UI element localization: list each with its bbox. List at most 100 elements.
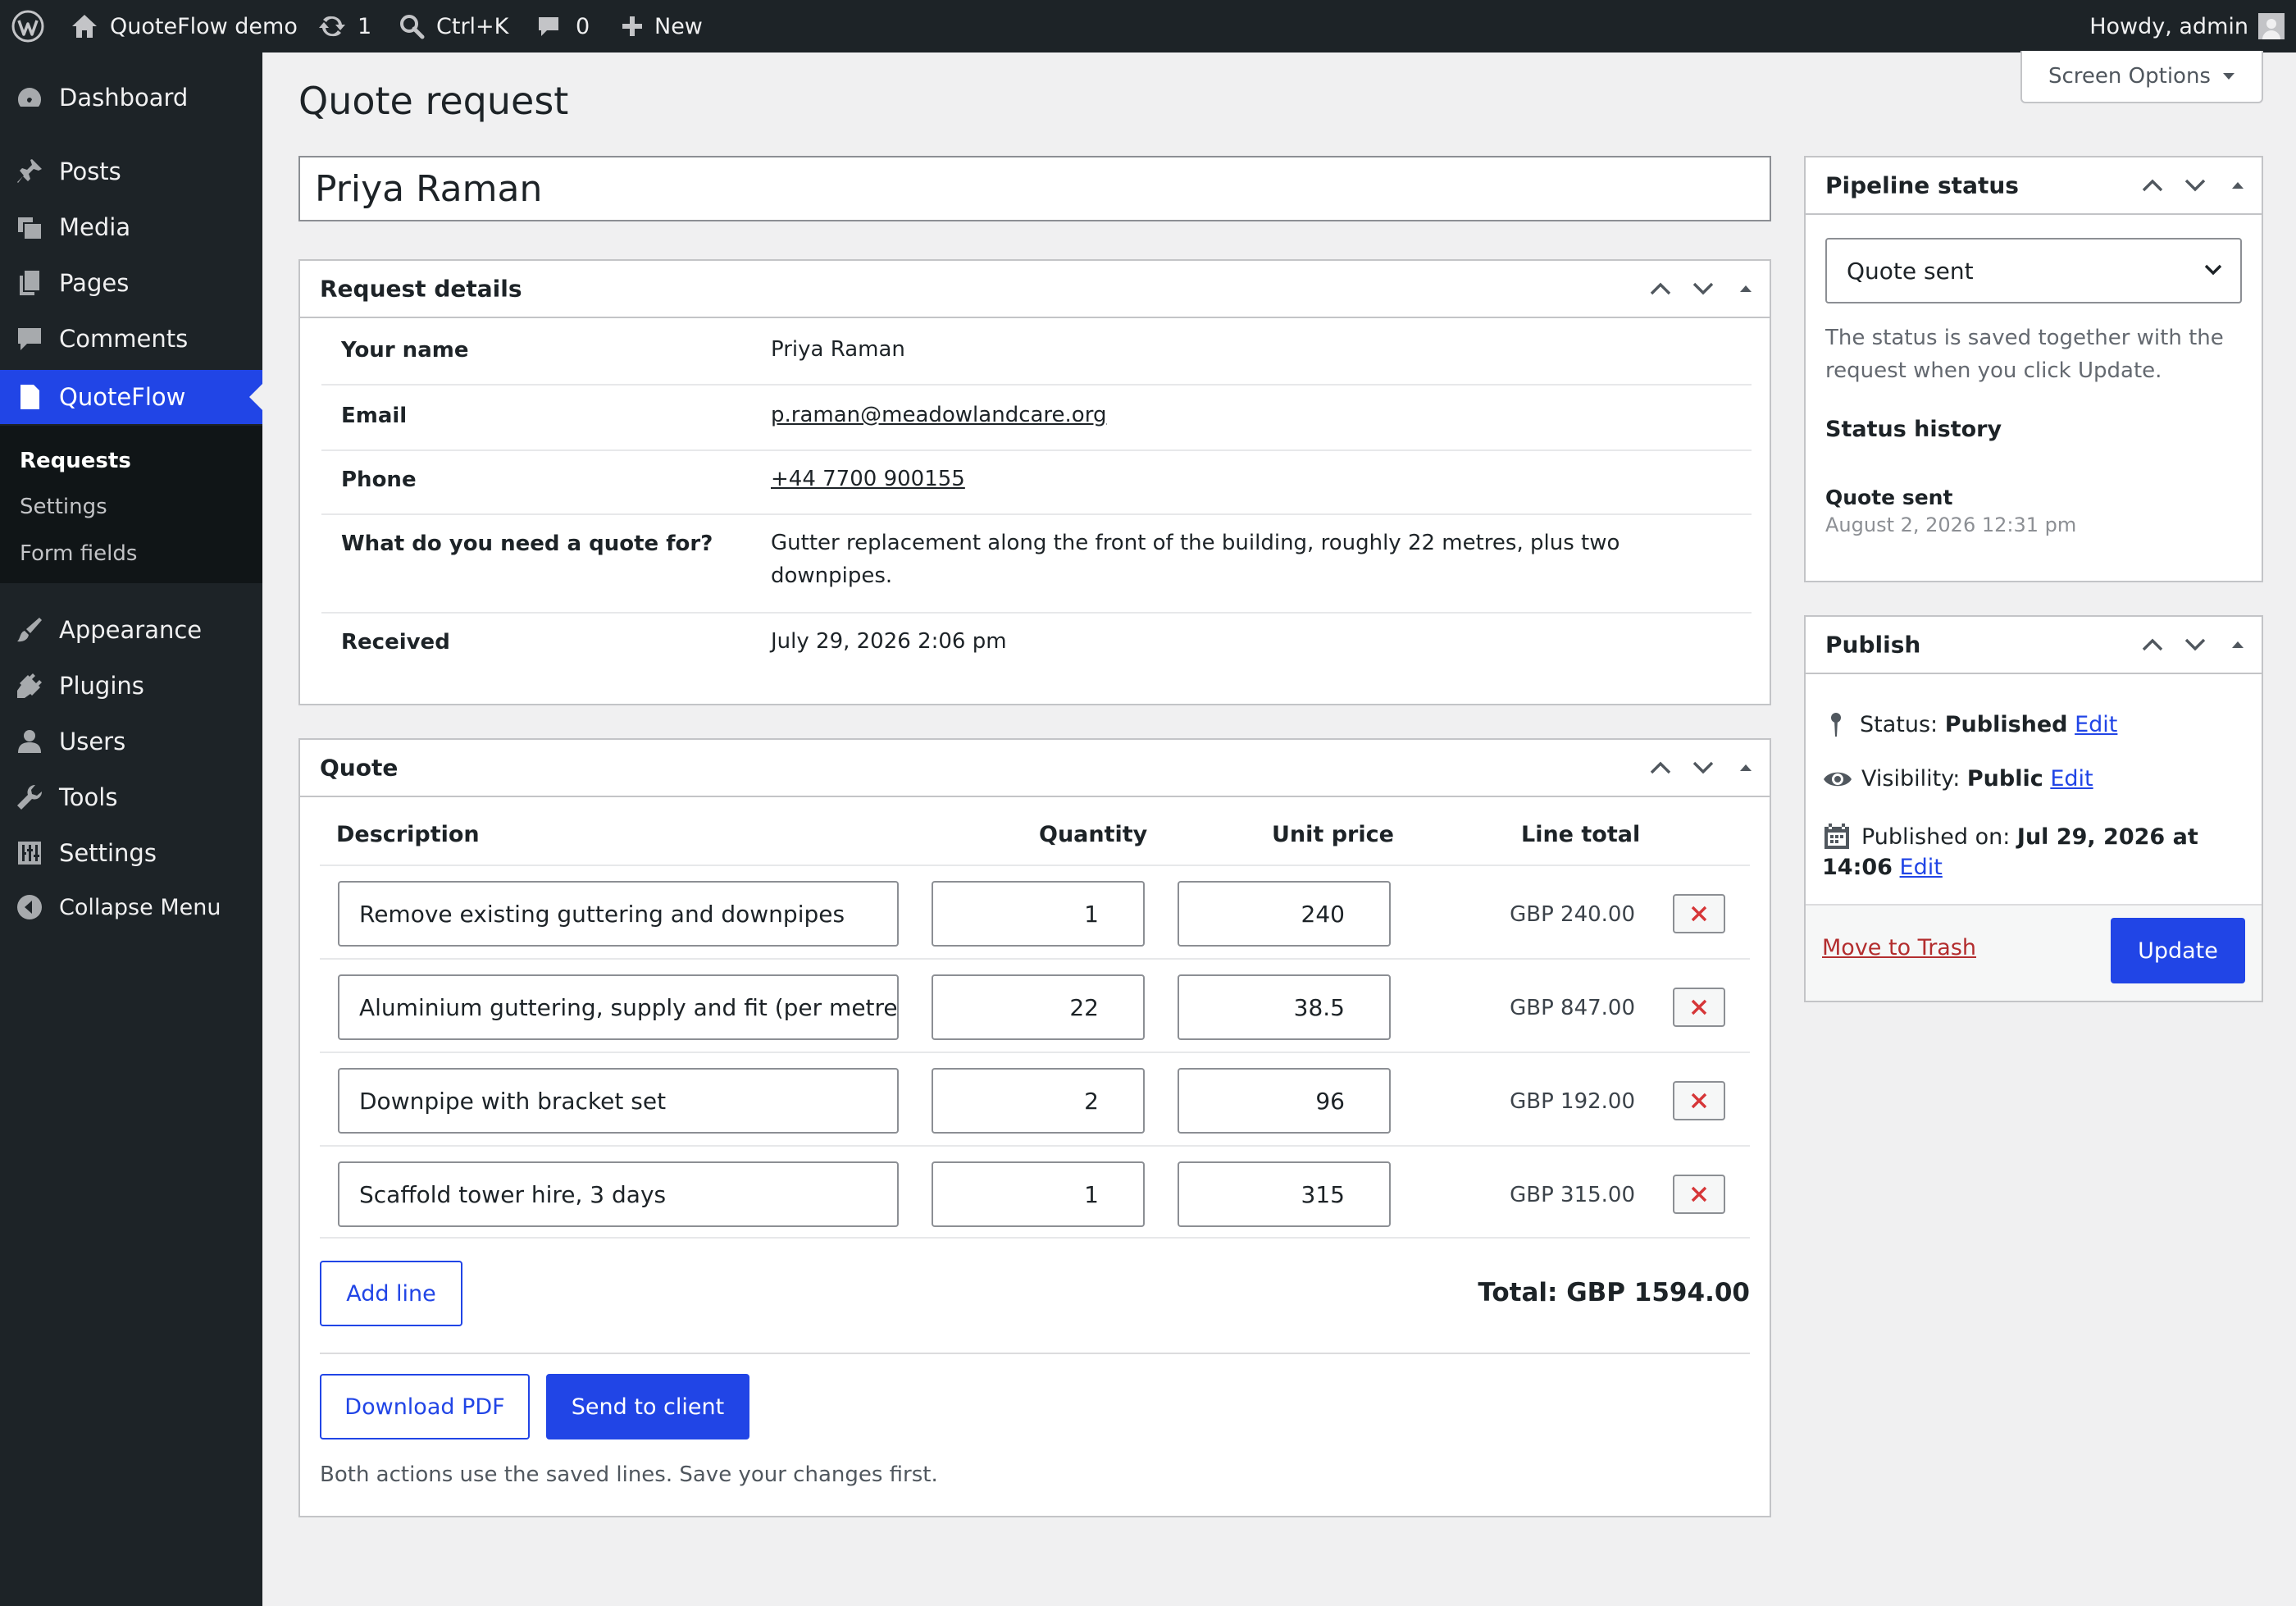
caret-up-icon bbox=[2232, 182, 2244, 189]
close-icon bbox=[1691, 999, 1707, 1015]
close-icon bbox=[1691, 906, 1707, 922]
line-total: GBP 847.00 bbox=[1510, 996, 1635, 1020]
quote-title: Quote bbox=[320, 754, 399, 782]
toggle-panel-button[interactable] bbox=[1730, 752, 1761, 783]
quoteflow-submenu: Requests Settings Form fields bbox=[0, 426, 262, 583]
submenu-item-form-fields[interactable]: Form fields bbox=[20, 541, 137, 566]
sidebar-item-posts[interactable]: Posts bbox=[0, 144, 262, 198]
quote-actions-note: Both actions use the saved lines. Save y… bbox=[320, 1462, 938, 1487]
line-unit-price-input[interactable]: 38.5 bbox=[1178, 974, 1391, 1040]
request-details-title: Request details bbox=[320, 275, 522, 303]
toggle-panel-button[interactable] bbox=[1730, 273, 1761, 304]
collapse-menu-button[interactable]: Collapse Menu bbox=[0, 880, 262, 934]
move-down-button[interactable] bbox=[1688, 273, 1719, 304]
new-label: New bbox=[654, 13, 703, 39]
move-to-trash-link[interactable]: Move to Trash bbox=[1822, 935, 1976, 960]
line-unit-price-input[interactable]: 240 bbox=[1178, 881, 1391, 947]
sidebar-item-label: QuoteFlow bbox=[59, 383, 186, 411]
remove-line-button[interactable] bbox=[1673, 988, 1725, 1027]
line-quantity-input[interactable]: 1 bbox=[932, 881, 1145, 947]
line-quantity-input[interactable]: 1 bbox=[932, 1161, 1145, 1227]
line-quantity-input[interactable]: 2 bbox=[932, 1068, 1145, 1134]
phone-link[interactable]: +44 7700 900155 bbox=[771, 463, 965, 495]
sidebar-item-users[interactable]: Users bbox=[0, 714, 262, 769]
line-unit-price-input[interactable]: 315 bbox=[1178, 1161, 1391, 1227]
publish-date-label: Published on: bbox=[1861, 824, 2011, 850]
caret-down-icon bbox=[2222, 73, 2234, 80]
sidebar-item-label: Dashboard bbox=[59, 84, 189, 112]
pin-icon bbox=[1831, 713, 1841, 737]
screen-options-button[interactable]: Screen Options bbox=[2020, 51, 2263, 103]
admin-sidebar: Dashboard Posts Media Pages Comments Quo… bbox=[0, 52, 262, 1606]
site-name-link[interactable]: QuoteFlow demo bbox=[71, 0, 298, 52]
publish-visibility-value: Public bbox=[1966, 766, 2043, 792]
move-down-button[interactable] bbox=[2180, 629, 2211, 660]
request-details-header: Request details bbox=[300, 261, 1770, 318]
add-line-button[interactable]: Add line bbox=[320, 1261, 462, 1326]
post-title-input[interactable]: Priya Raman bbox=[298, 156, 1771, 221]
submenu-item-requests[interactable]: Requests bbox=[20, 449, 131, 473]
sidebar-item-plugins[interactable]: Plugins bbox=[0, 659, 262, 713]
comments-link[interactable]: 0 bbox=[536, 0, 590, 52]
toggle-panel-button[interactable] bbox=[2222, 629, 2253, 660]
move-up-button[interactable] bbox=[2137, 629, 2168, 660]
line-total: GBP 315.00 bbox=[1510, 1183, 1635, 1207]
sidebar-item-tools[interactable]: Tools bbox=[0, 770, 262, 824]
caret-up-icon bbox=[1740, 764, 1752, 771]
sidebar-item-comments[interactable]: Comments bbox=[0, 312, 262, 366]
edit-status-link[interactable]: Edit bbox=[2075, 712, 2117, 737]
update-button[interactable]: Update bbox=[2111, 918, 2245, 983]
screen-options-label: Screen Options bbox=[2048, 64, 2211, 89]
sidebar-item-settings[interactable]: Settings bbox=[0, 826, 262, 880]
pipeline-status-select[interactable]: Quote sent bbox=[1825, 238, 2242, 303]
chevron-down-icon bbox=[2184, 638, 2206, 651]
quote-total: Total: GBP 1594.00 bbox=[1478, 1278, 1750, 1307]
toggle-panel-button[interactable] bbox=[2222, 170, 2253, 201]
line-description-input[interactable]: Scaffold tower hire, 3 days bbox=[338, 1161, 899, 1227]
move-down-button[interactable] bbox=[1688, 752, 1719, 783]
submenu-item-settings[interactable]: Settings bbox=[20, 495, 107, 519]
line-quantity-input[interactable]: 22 bbox=[932, 974, 1145, 1040]
updates-link[interactable]: 1 bbox=[318, 0, 371, 52]
line-description-value: Aluminium guttering, supply and fit (per… bbox=[359, 993, 899, 1021]
sidebar-item-quoteflow[interactable]: QuoteFlow bbox=[0, 370, 262, 424]
chevron-down-icon bbox=[2204, 264, 2222, 276]
sidebar-item-dashboard[interactable]: Dashboard bbox=[0, 71, 262, 125]
wordpress-logo-icon[interactable] bbox=[11, 0, 44, 52]
plus-icon bbox=[622, 16, 642, 36]
remove-line-button[interactable] bbox=[1673, 894, 1725, 933]
my-account-link[interactable]: Howdy, admin bbox=[2089, 0, 2285, 52]
line-description-input[interactable]: Downpipe with bracket set bbox=[338, 1068, 899, 1134]
command-palette-link[interactable]: Ctrl+K bbox=[399, 0, 508, 52]
pipeline-status-selected: Quote sent bbox=[1847, 257, 1974, 285]
line-description-value: Scaffold tower hire, 3 days bbox=[359, 1180, 667, 1208]
quote-header: Quote bbox=[300, 740, 1770, 797]
move-down-button[interactable] bbox=[2180, 170, 2211, 201]
new-content-link[interactable]: New bbox=[620, 0, 703, 52]
sidebar-item-pages[interactable]: Pages bbox=[0, 256, 262, 310]
comments-count: 0 bbox=[576, 13, 590, 39]
remove-line-button[interactable] bbox=[1673, 1081, 1725, 1120]
collapse-icon bbox=[15, 892, 44, 922]
edit-date-link[interactable]: Edit bbox=[1900, 855, 1943, 880]
chevron-up-icon bbox=[1650, 761, 1671, 774]
post-title-value: Priya Raman bbox=[315, 167, 543, 210]
chevron-down-icon bbox=[1692, 761, 1714, 774]
email-link[interactable]: p.raman@meadowlandcare.org bbox=[771, 399, 1106, 431]
send-to-client-button[interactable]: Send to client bbox=[546, 1374, 749, 1439]
detail-row-received: Received July 29, 2026 2:06 pm bbox=[321, 614, 1752, 679]
move-up-button[interactable] bbox=[1645, 273, 1676, 304]
download-pdf-button[interactable]: Download PDF bbox=[320, 1374, 530, 1439]
edit-visibility-link[interactable]: Edit bbox=[2050, 766, 2093, 792]
remove-line-button[interactable] bbox=[1673, 1175, 1725, 1214]
detail-value: Priya Raman bbox=[771, 337, 905, 362]
move-up-button[interactable] bbox=[1645, 752, 1676, 783]
dashboard-icon bbox=[15, 83, 44, 112]
pipeline-status-title: Pipeline status bbox=[1825, 171, 2019, 199]
sidebar-item-appearance[interactable]: Appearance bbox=[0, 603, 262, 657]
line-description-input[interactable]: Remove existing guttering and downpipes bbox=[338, 881, 899, 947]
line-unit-price-input[interactable]: 96 bbox=[1178, 1068, 1391, 1134]
sidebar-item-media[interactable]: Media bbox=[0, 200, 262, 254]
move-up-button[interactable] bbox=[2137, 170, 2168, 201]
line-description-input[interactable]: Aluminium guttering, supply and fit (per… bbox=[338, 974, 899, 1040]
